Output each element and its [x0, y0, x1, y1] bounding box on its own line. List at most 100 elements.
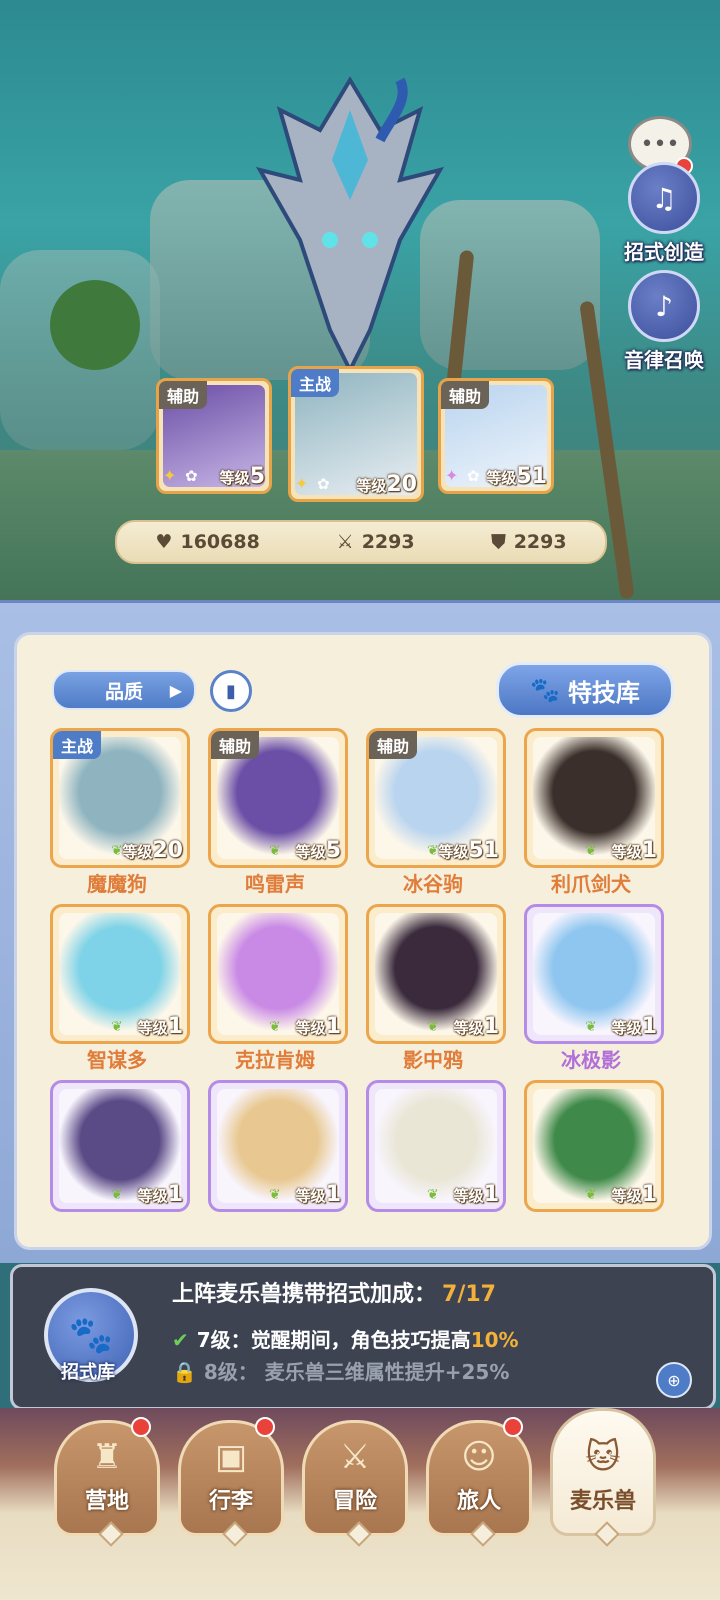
nav-label: 行李: [208, 1489, 253, 1514]
lock-icon: 🔒: [172, 1360, 197, 1384]
quality-label: 品质: [104, 680, 143, 703]
nav-label: 冒险: [332, 1489, 377, 1514]
team-slot-support-1[interactable]: 辅助 ✦ ✿ 等级5: [156, 378, 272, 494]
star-icon: ✦: [295, 474, 309, 493]
level-label: 等级1: [453, 1014, 499, 1039]
heart-icon: ♥: [155, 531, 173, 553]
pet-card[interactable]: 辅助 ❦ 等级5: [208, 728, 348, 868]
pet-name: 冰极影: [561, 1048, 621, 1072]
skill-library-button[interactable]: 🐾 特技库: [496, 662, 674, 718]
leaf-icon: ❦: [269, 1019, 281, 1035]
leaf-icon: ❦: [111, 843, 123, 859]
castle-icon: ♜: [91, 1437, 123, 1477]
nav-label: 营地: [84, 1489, 129, 1514]
role-tag: 主战: [291, 369, 340, 397]
pet-name: 利爪剑犬: [551, 872, 631, 896]
pet-name: 鸣雷声: [245, 872, 305, 896]
level-label: 等级1: [453, 1182, 499, 1207]
main-creature[interactable]: [250, 70, 450, 390]
pet-card[interactable]: 辅助 ❦ 等级51: [366, 728, 506, 868]
rhythm-summon-button[interactable]: ♪ 音律召唤: [616, 270, 712, 373]
skill-create-button[interactable]: ♫ 招式创造: [616, 162, 712, 265]
level-label: 等级51: [486, 464, 547, 489]
defense-stat: ⛊ 2293: [491, 531, 567, 553]
bonus-tier-locked: 🔒 8级： 麦乐兽三维属性提升+25%: [172, 1360, 510, 1384]
pet-card[interactable]: ❦ 等级1: [50, 1080, 190, 1212]
chat-icon: •••: [640, 131, 680, 157]
pet-name: 克拉肯姆: [235, 1048, 315, 1072]
level-label: 等级20: [122, 838, 183, 863]
pet-card[interactable]: ❦ 等级1: [524, 904, 664, 1044]
role-tag: 主战: [53, 731, 102, 759]
caret-right-icon: ▶: [169, 680, 182, 700]
leaf-icon: ❦: [111, 1019, 123, 1035]
pet-card[interactable]: ❦ 等级1: [524, 1080, 664, 1212]
pet-name: 影中鸦: [403, 1048, 463, 1072]
swords-icon: ⚔: [339, 1437, 371, 1477]
level-label: 等级1: [137, 1014, 183, 1039]
nav-camp[interactable]: ♜ 营地: [54, 1417, 160, 1547]
leaf-icon: ❦: [111, 1187, 123, 1203]
pet-card[interactable]: 主战 ❦ 等级20: [50, 728, 190, 868]
nav-label: 旅人: [456, 1489, 501, 1514]
bonus-tier-active: ✔ 7级：觉醒期间，角色技巧提高10%: [172, 1328, 519, 1352]
level-label: 等级51: [438, 838, 499, 863]
leaf-icon: ❦: [269, 1187, 281, 1203]
level-label: 等级1: [611, 1014, 657, 1039]
nav-traveler[interactable]: ☺ 旅人: [426, 1417, 532, 1547]
bonus-title: 上阵麦乐兽携带招式加成： 7/17: [172, 1282, 496, 1307]
traveler-icon: ☺: [461, 1437, 497, 1477]
team-slot-support-2[interactable]: 辅助 ✦ ✿ 等级51: [438, 378, 554, 494]
leaf-icon: ❦: [427, 1019, 439, 1035]
level-label: 等级5: [295, 838, 341, 863]
role-tag: 辅助: [369, 731, 418, 759]
notification-dot: [131, 1417, 151, 1437]
crossed-swords-icon: ⚔: [336, 531, 354, 553]
pet-card[interactable]: ❦ 等级1: [208, 904, 348, 1044]
nav-luggage[interactable]: ▣ 行李: [178, 1417, 284, 1547]
pet-name: 冰谷驹: [403, 872, 463, 896]
notification-dot: [255, 1417, 275, 1437]
level-label: 等级1: [137, 1182, 183, 1207]
hp-stat: ♥ 160688: [155, 531, 260, 553]
pet-card[interactable]: ❦ 等级1: [50, 904, 190, 1044]
magnifier-icon: ⊕: [667, 1370, 681, 1390]
pet-card[interactable]: ❦ 等级1: [366, 904, 506, 1044]
team-slot-main[interactable]: 主战 ✦ ✿ 等级20: [288, 366, 424, 502]
attack-stat: ⚔ 2293: [336, 531, 415, 553]
flower-icon: ✿: [185, 467, 198, 485]
pet-icon: 🐱: [585, 1437, 621, 1477]
pet-card[interactable]: ❦ 等级1: [524, 728, 664, 868]
pet-name: 魔魔狗: [87, 872, 147, 896]
nav-label: 麦乐兽: [569, 1489, 636, 1514]
leaf-icon: ❦: [585, 1187, 597, 1203]
leaf-icon: ❦: [585, 1019, 597, 1035]
level-label: 等级1: [611, 1182, 657, 1207]
backpack-icon: ▣: [214, 1437, 248, 1477]
quality-filter-button[interactable]: 品质 ▶: [52, 670, 196, 710]
skill-library-label: 特技库: [567, 678, 640, 707]
leaf-icon: ❦: [269, 843, 281, 859]
sort-button[interactable]: ▮: [210, 670, 252, 712]
star-icon: ✦: [163, 466, 177, 485]
zoom-button[interactable]: ⊕: [656, 1362, 692, 1398]
sort-icon: ▮: [226, 680, 236, 702]
music-box-icon: ♫: [628, 162, 700, 234]
lyre-icon: ♪: [628, 270, 700, 342]
paw-shield-icon: 🐾: [68, 1315, 114, 1356]
pet-card[interactable]: ❦ 等级1: [208, 1080, 348, 1212]
level-label: 等级5: [219, 464, 265, 489]
team-stats-bar: ♥ 160688 ⚔ 2293 ⛊ 2293: [115, 520, 607, 564]
leaf-icon: ❦: [585, 843, 597, 859]
nav-pets[interactable]: 🐱 麦乐兽: [550, 1408, 656, 1547]
skill-library-shortcut-label: 招式库: [61, 1362, 115, 1383]
flower-icon: ✿: [467, 467, 480, 485]
pet-card[interactable]: ❦ 等级1: [366, 1080, 506, 1212]
level-label: 等级20: [356, 472, 417, 497]
star-icon: ✦: [445, 466, 459, 485]
role-tag: 辅助: [441, 381, 490, 409]
level-label: 等级1: [295, 1014, 341, 1039]
skill-create-label: 招式创造: [624, 240, 704, 264]
nav-adventure[interactable]: ⚔ 冒险: [302, 1420, 408, 1547]
pet-name: 智谋多: [87, 1048, 147, 1072]
